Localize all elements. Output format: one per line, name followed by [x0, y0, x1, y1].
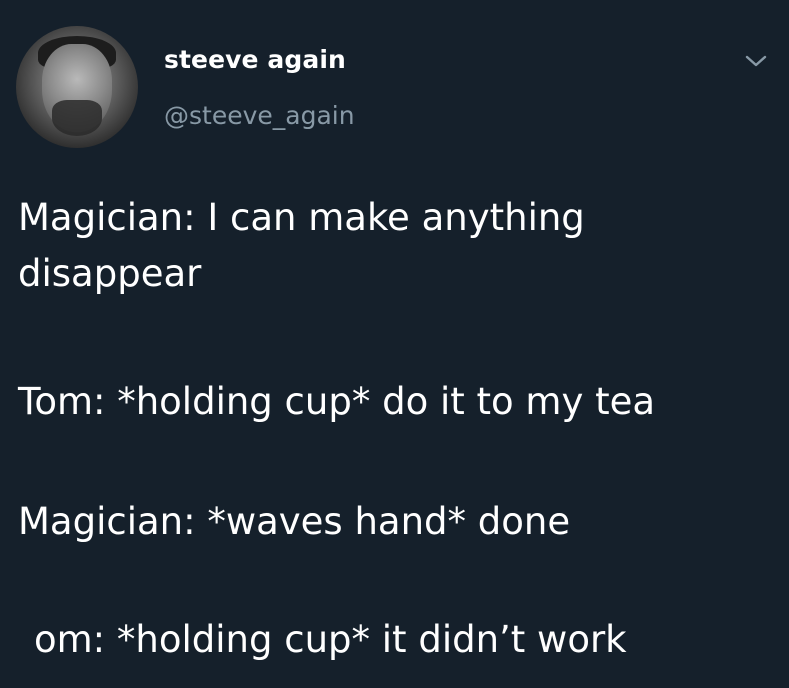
tweet-line: Magician: I can make anything disappear: [18, 196, 597, 295]
user-handle[interactable]: @steeve_again: [164, 102, 355, 130]
chevron-down-icon[interactable]: [743, 48, 769, 74]
tweet-card: steeve again @steeve_again Magician: I c…: [0, 0, 789, 688]
tweet-line: om: *holding cup* it didn’t work: [34, 618, 627, 661]
tweet-line: Tom: *holding cup* do it to my tea: [18, 380, 656, 423]
tweet-line: Magician: *waves hand* done: [18, 500, 571, 543]
avatar[interactable]: [16, 26, 138, 148]
tweet-header: steeve again @steeve_again: [0, 0, 789, 160]
display-name[interactable]: steeve again: [164, 46, 346, 74]
avatar-beard: [52, 100, 102, 136]
